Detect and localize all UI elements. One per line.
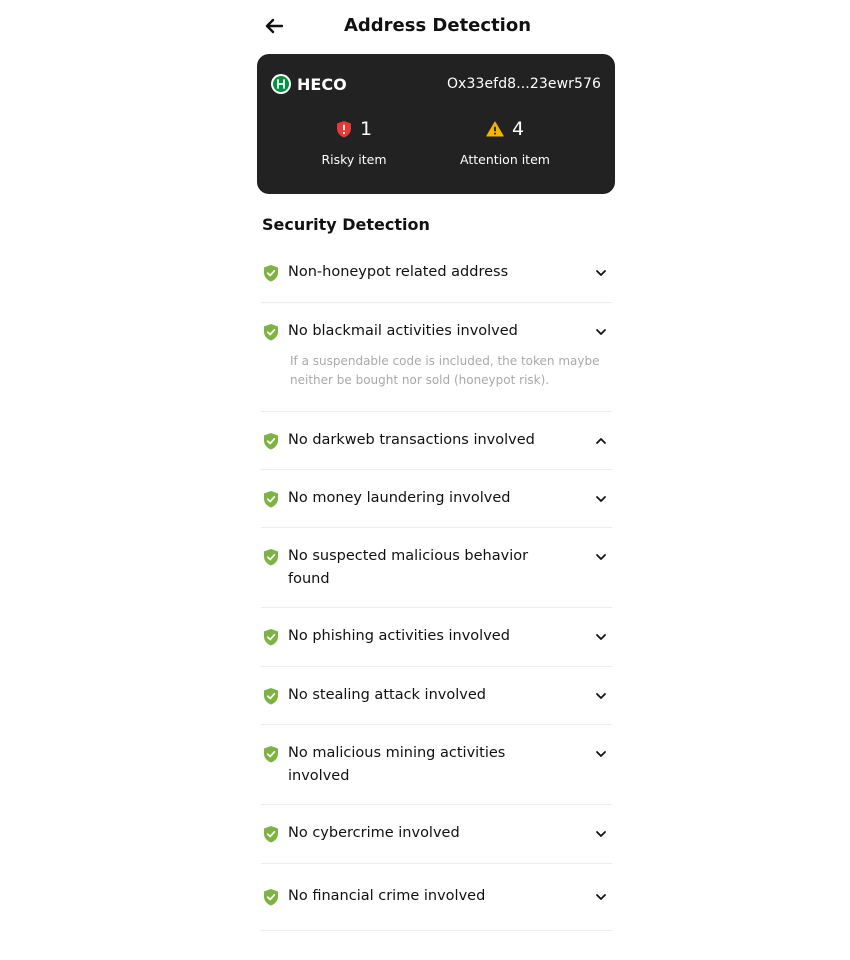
detection-item: No blackmail activities involved If a su… <box>261 303 612 412</box>
attention-count: 4 <box>511 118 525 140</box>
shield-check-icon <box>264 491 278 508</box>
detection-list: Non-honeypot related address No blackmai… <box>261 244 612 931</box>
attention-stat: 4 Attention item <box>430 116 580 167</box>
detection-item-label: No blackmail activities involved <box>288 323 518 339</box>
detection-item: No darkweb transactions involved <box>261 412 612 470</box>
chevron-down-icon[interactable] <box>594 890 608 904</box>
detection-item-header[interactable]: No cybercrime involved <box>261 824 612 845</box>
chevron-down-icon[interactable] <box>594 747 608 761</box>
detection-item-label: No darkweb transactions involved <box>288 432 535 448</box>
chevron-down-icon[interactable] <box>594 325 608 339</box>
chevron-down-icon[interactable] <box>594 492 608 506</box>
detection-item-description: If a suspendable code is included, the t… <box>290 354 600 387</box>
detection-item: No stealing attack involved <box>261 667 612 725</box>
shield-check-icon <box>264 889 278 906</box>
page-title: Address Detection <box>343 15 532 36</box>
detection-item: No suspected malicious behavior found <box>261 528 612 608</box>
detection-item-label: Non-honeypot related address <box>288 264 509 280</box>
attention-label: Attention item <box>460 152 550 167</box>
chain-info: HECO <box>271 74 347 94</box>
risky-label: Risky item <box>321 152 387 167</box>
chevron-down-icon[interactable] <box>594 550 608 564</box>
risky-count: 1 <box>359 118 373 140</box>
detection-item: No money laundering involved <box>261 470 612 528</box>
warning-triangle-icon <box>486 121 504 137</box>
address-summary-card: HECO Ox33efd8...23ewr576 1 Risky item 4 … <box>257 54 615 194</box>
chevron-down-icon[interactable] <box>594 630 608 644</box>
detection-item-label: No malicious mining activities involved <box>288 745 506 784</box>
detection-item-header[interactable]: No malicious mining activities involved <box>261 744 612 788</box>
chevron-down-icon[interactable] <box>594 689 608 703</box>
heco-logo-icon <box>271 74 291 94</box>
detection-item-header[interactable]: Non-honeypot related address <box>261 263 612 284</box>
chevron-down-icon[interactable] <box>594 827 608 841</box>
shield-check-icon <box>264 433 278 450</box>
shield-alert-icon <box>336 121 351 138</box>
shield-check-icon <box>264 746 278 763</box>
section-title: Security Detection <box>262 215 430 234</box>
shield-check-icon <box>264 265 278 282</box>
wallet-address: Ox33efd8...23ewr576 <box>446 76 601 92</box>
detection-item: No phishing activities involved <box>261 608 612 667</box>
detection-item: Non-honeypot related address <box>261 244 612 303</box>
shield-check-icon <box>264 324 278 341</box>
detection-item-label: No financial crime involved <box>288 888 486 904</box>
detection-item-label: No phishing activities involved <box>288 628 510 644</box>
detection-item-label: No suspected malicious behavior found <box>288 548 529 587</box>
detection-item-label: No cybercrime involved <box>288 825 460 841</box>
chevron-up-icon[interactable] <box>594 434 608 448</box>
shield-check-icon <box>264 629 278 646</box>
detection-item: No cybercrime involved <box>261 805 612 864</box>
detection-item-label: No stealing attack involved <box>288 687 486 703</box>
detection-item-header[interactable]: No darkweb transactions involved <box>261 431 612 452</box>
shield-check-icon <box>264 826 278 843</box>
detection-item: No financial crime involved <box>261 864 612 931</box>
detection-item-header[interactable]: No phishing activities involved <box>261 627 612 648</box>
detection-item: No malicious mining activities involved <box>261 725 612 805</box>
shield-check-icon <box>264 688 278 705</box>
chevron-down-icon[interactable] <box>594 266 608 280</box>
detection-item-header[interactable]: No blackmail activities involved <box>261 322 612 343</box>
shield-check-icon <box>264 549 278 566</box>
chain-name: HECO <box>297 74 347 94</box>
detection-item-header[interactable]: No money laundering involved <box>261 489 612 510</box>
detection-item-header[interactable]: No suspected malicious behavior found <box>261 547 612 591</box>
risky-stat: 1 Risky item <box>279 116 429 167</box>
detection-item-header[interactable]: No financial crime involved <box>261 887 612 908</box>
detection-item-label: No money laundering involved <box>288 490 511 506</box>
detection-item-header[interactable]: No stealing attack involved <box>261 686 612 707</box>
